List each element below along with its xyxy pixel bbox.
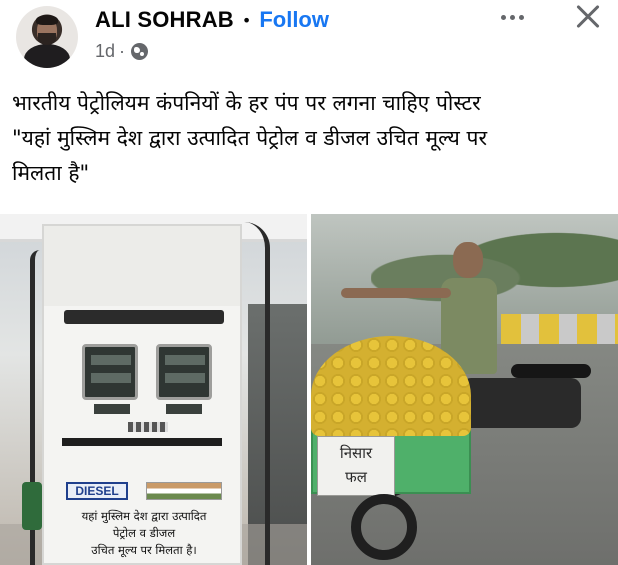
more-dot [509, 14, 515, 20]
price-display [82, 344, 138, 400]
close-icon[interactable] [570, 0, 606, 34]
dispenser-band [62, 438, 222, 446]
cart-sign-line: फल [345, 468, 367, 486]
poster-line: उचित मूल्य पर मिलता है। [91, 543, 197, 557]
author-name[interactable]: ALI SOHRAB [95, 7, 234, 33]
follow-button[interactable]: Follow [259, 7, 329, 33]
post-text-line: "यहां मुस्लिम देश द्वारा उत्पादित पेट्रो… [12, 126, 488, 150]
post-header: ALI SOHRAB • Follow 1d · [0, 0, 618, 70]
photo-petrol-pump[interactable]: DIESEL यहां मुस्लिम देश द्वारा उत्पादित … [0, 214, 307, 565]
photo-fruit-cart[interactable]: निसार फल [311, 214, 618, 565]
poster-line: पेट्रोल व डीजल [112, 526, 176, 540]
globe-icon [131, 42, 149, 60]
vendor-head [453, 242, 483, 278]
price-display [156, 344, 212, 400]
flag-sticker [146, 482, 222, 500]
meta-separator: · [119, 40, 126, 61]
small-display [94, 404, 130, 414]
small-display [166, 404, 202, 414]
motorbike-body [461, 378, 581, 428]
fuel-nozzle [22, 482, 42, 530]
cart-wheel [351, 494, 417, 560]
cart-sign: निसार फल [317, 436, 395, 496]
author-row: ALI SOHRAB • Follow [95, 6, 329, 34]
avatar-hair [36, 15, 58, 25]
keypad [128, 422, 168, 432]
fuel-dispenser: DIESEL यहां मुस्लिम देश द्वारा उत्पादित … [42, 224, 242, 565]
poster-line: यहां मुस्लिम देश द्वारा उत्पादित [81, 509, 207, 523]
image-grid: DIESEL यहां मुस्लिम देश द्वारा उत्पादित … [0, 214, 618, 565]
avatar[interactable] [16, 6, 78, 68]
road-barrier [501, 314, 618, 344]
avatar-shirt [24, 44, 70, 68]
vendor-arm [341, 288, 451, 298]
dispenser-cap [64, 310, 224, 324]
pump-poster: यहां मुस्लिम देश द्वारा उत्पादित पेट्रोल… [52, 508, 236, 559]
post-text-line: भारतीय पेट्रोलियम कंपनियों के हर पंप पर … [12, 91, 481, 115]
more-options-icon[interactable] [492, 2, 532, 32]
avatar-beard [38, 33, 56, 45]
dispenser-top [44, 226, 240, 306]
name-separator: • [241, 10, 252, 30]
diesel-label: DIESEL [66, 482, 128, 500]
more-dot [518, 14, 524, 20]
more-dot [500, 14, 506, 20]
post-text: भारतीय पेट्रोलियम कंपनियों के हर पंप पर … [12, 86, 612, 191]
fuel-hose [244, 222, 270, 565]
post-meta: 1d · [95, 40, 149, 62]
cart-sign-line: निसार [339, 444, 373, 462]
post-time[interactable]: 1d [95, 41, 115, 62]
motorbike-seat [511, 364, 591, 378]
post-text-line: मिलता है" [12, 161, 90, 185]
